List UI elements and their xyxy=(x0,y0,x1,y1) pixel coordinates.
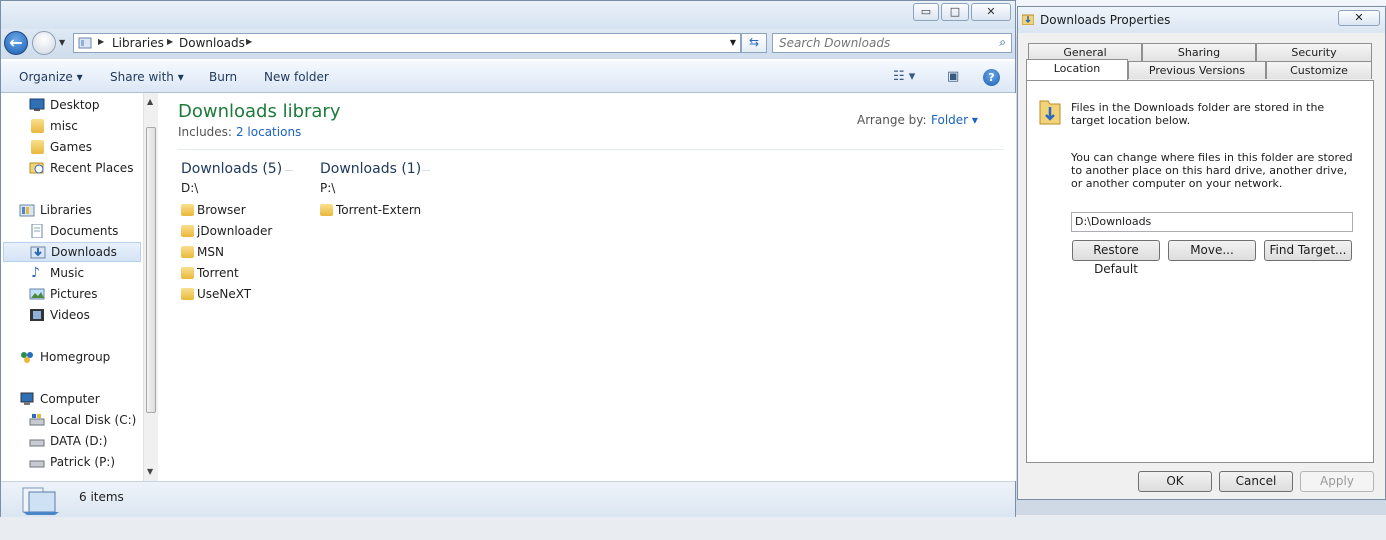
arrange-by-label: Arrange by: xyxy=(857,113,927,127)
ok-button[interactable]: OK xyxy=(1138,471,1212,492)
minimize-button[interactable]: ▭ xyxy=(913,3,939,21)
move-button[interactable]: Move... xyxy=(1168,240,1256,261)
back-button[interactable]: ← xyxy=(4,31,28,55)
tab-sharing[interactable]: Sharing xyxy=(1142,43,1256,61)
desktop-icon xyxy=(29,98,45,111)
downloads-folder-large-icon xyxy=(1039,100,1061,125)
homegroup-icon xyxy=(21,352,33,363)
forward-button[interactable] xyxy=(32,31,56,55)
folder-icon xyxy=(181,288,194,300)
breadcrumb-separator-icon[interactable]: ▶ xyxy=(246,37,252,46)
group-header-line xyxy=(285,170,293,171)
drive-icon xyxy=(29,414,45,426)
scroll-up-icon[interactable]: ▲ xyxy=(147,97,153,106)
properties-dialog: Downloads Properties ✕ General Sharing S… xyxy=(1017,6,1386,500)
navigation-pane: Desktop misc Games Recent Places Librari… xyxy=(1,93,158,481)
breadcrumb-downloads[interactable]: Downloads xyxy=(179,36,245,50)
group-header[interactable]: Downloads (1) xyxy=(320,161,421,177)
computer-icon xyxy=(20,392,34,405)
content-pane: Downloads library Includes: 2 locations A… xyxy=(159,93,1016,481)
breadcrumb-libraries[interactable]: Libraries xyxy=(112,36,164,50)
address-dropdown-icon[interactable]: ▼ xyxy=(730,38,736,47)
scroll-thumb[interactable] xyxy=(146,127,156,413)
share-with-button[interactable]: Share with ▾ xyxy=(110,70,184,84)
search-box[interactable]: ⌕ xyxy=(772,33,1012,53)
find-target-button[interactable]: Find Target... xyxy=(1264,240,1352,261)
nav-item-libraries[interactable]: Libraries xyxy=(19,200,157,220)
documents-icon xyxy=(31,224,43,238)
location-description: Files in the Downloads folder are stored… xyxy=(1071,101,1325,127)
search-icon: ⌕ xyxy=(999,35,1006,49)
breadcrumb-separator-icon[interactable]: ▶ xyxy=(167,37,173,46)
header-divider xyxy=(178,149,1004,150)
address-bar[interactable]: ▶ Libraries ▶ Downloads ▶ ▼ xyxy=(73,33,741,53)
refresh-button[interactable]: ⇆ xyxy=(741,33,767,53)
preview-pane-icon[interactable]: ▣ xyxy=(947,69,959,84)
group-path: D:\ xyxy=(181,181,199,195)
restore-default-button[interactable]: Restore Default xyxy=(1072,240,1160,276)
library-small-icon xyxy=(78,36,92,53)
location-path-field[interactable]: D:\Downloads xyxy=(1071,212,1353,232)
group-header[interactable]: Downloads (5) xyxy=(181,161,282,177)
arrange-by-dropdown[interactable]: Folder ▾ xyxy=(931,113,978,127)
tab-previous-versions[interactable]: Previous Versions xyxy=(1128,61,1266,79)
group-path: P:\ xyxy=(320,181,336,195)
burn-button[interactable]: Burn xyxy=(209,70,237,84)
videos-icon xyxy=(30,309,44,321)
background-bottom xyxy=(0,515,1386,540)
group-header-line xyxy=(422,170,430,171)
library-includes: Includes: 2 locations xyxy=(178,125,302,139)
downloads-folder-icon xyxy=(1022,14,1034,25)
nav-item-downloads[interactable]: Downloads xyxy=(3,242,141,262)
location-instructions: You can change where files in this folde… xyxy=(1071,151,1353,190)
recent-places-icon xyxy=(29,162,44,174)
organize-button[interactable]: Organize ▾ xyxy=(19,70,83,84)
explorer-window: ▭ □ ✕ ← ▼ ▶ Libraries ▶ Downloads ▶ ▼ ⇆ … xyxy=(0,0,1016,517)
close-button[interactable]: ✕ xyxy=(971,3,1011,21)
properties-close-button[interactable]: ✕ xyxy=(1338,10,1380,26)
item-count: 6 items xyxy=(79,490,124,504)
new-folder-button[interactable]: New folder xyxy=(264,70,329,84)
folder-icon xyxy=(320,204,333,216)
nav-item-homegroup[interactable]: Homegroup xyxy=(19,347,157,367)
folder-icon xyxy=(181,267,194,279)
recent-pages-dropdown[interactable]: ▼ xyxy=(59,38,65,47)
view-options-icon[interactable]: ☷ ▾ xyxy=(893,69,915,84)
explorer-titlebar xyxy=(1,1,1015,29)
breadcrumb-separator-icon[interactable]: ▶ xyxy=(98,37,104,46)
libraries-icon xyxy=(19,204,35,217)
search-input[interactable] xyxy=(779,35,989,51)
cancel-button[interactable]: Cancel xyxy=(1219,471,1293,492)
library-title: Downloads library xyxy=(178,101,341,122)
library-large-icon xyxy=(22,487,59,515)
folder-icon xyxy=(181,246,194,258)
tab-customize[interactable]: Customize xyxy=(1266,61,1372,79)
apply-button[interactable]: Apply xyxy=(1300,471,1374,492)
drive-icon xyxy=(29,439,45,447)
nav-item-computer[interactable]: Computer xyxy=(19,389,157,409)
tab-security[interactable]: Security xyxy=(1256,43,1372,61)
details-pane: 6 items xyxy=(1,481,1015,517)
drive-icon xyxy=(29,460,45,468)
maximize-button[interactable]: □ xyxy=(941,3,969,21)
location-panel: Files in the Downloads folder are stored… xyxy=(1026,80,1374,463)
properties-title: Downloads Properties xyxy=(1040,13,1171,27)
command-bar: Organize ▾ Share with ▾ Burn New folder … xyxy=(1,61,1015,93)
pictures-icon xyxy=(29,288,45,300)
help-icon[interactable]: ? xyxy=(983,69,1000,86)
folder-icon xyxy=(181,204,194,216)
tab-location[interactable]: Location xyxy=(1026,59,1128,80)
downloads-icon xyxy=(30,246,46,259)
music-icon: ♪ xyxy=(31,265,40,281)
folder-icon xyxy=(31,140,44,154)
locations-link[interactable]: 2 locations xyxy=(236,125,301,139)
scroll-down-icon[interactable]: ▼ xyxy=(147,467,153,476)
nav-scrollbar[interactable]: ▲ ▼ xyxy=(143,93,158,481)
folder-icon xyxy=(31,119,44,133)
folder-icon xyxy=(181,225,194,237)
